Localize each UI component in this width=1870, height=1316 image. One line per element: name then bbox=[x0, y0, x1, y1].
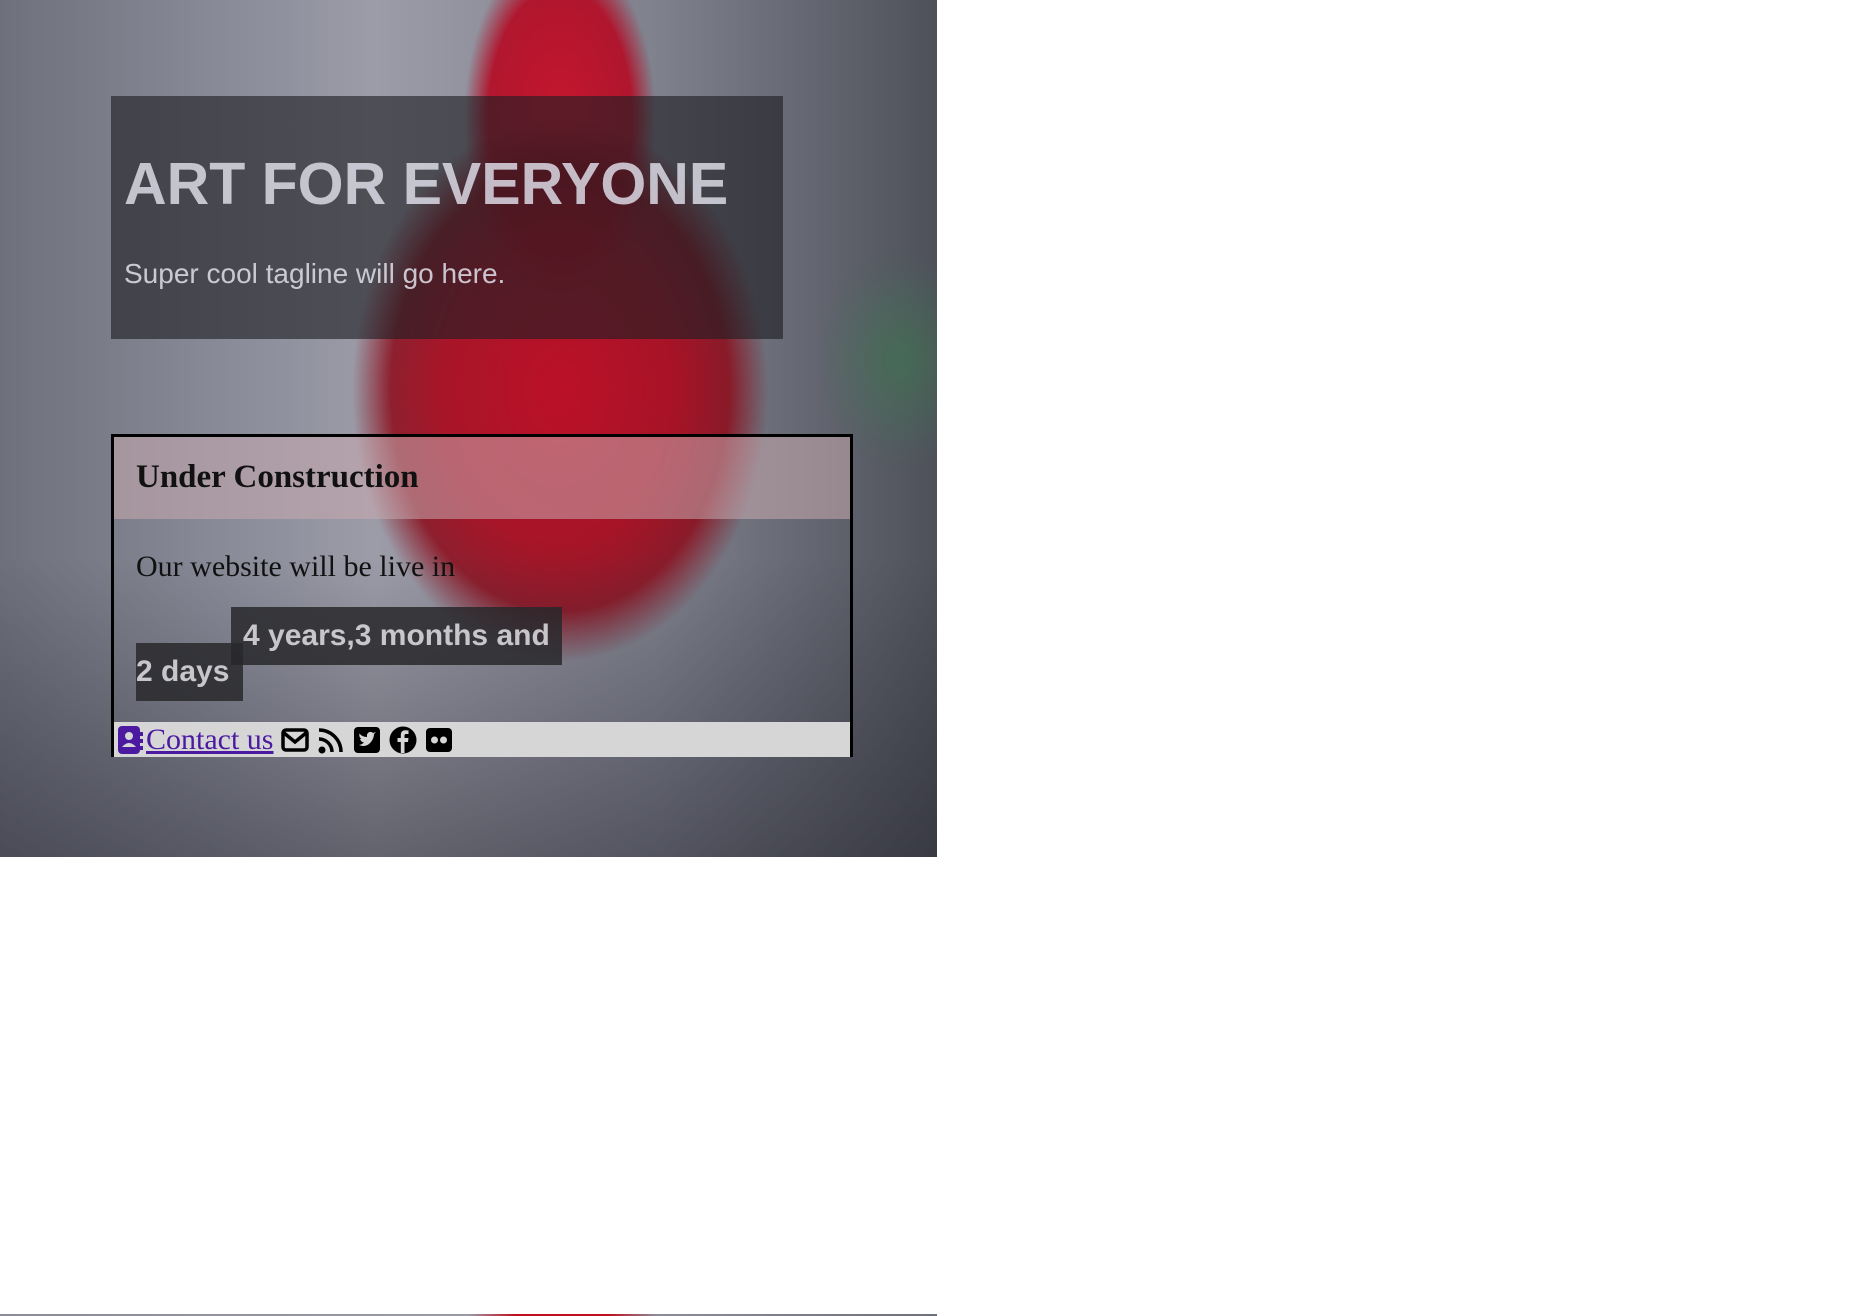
rss-icon[interactable] bbox=[316, 725, 346, 755]
contact-us-label: Contact us bbox=[146, 722, 274, 756]
title-banner: ART FOR EVERYONE Super cool tagline will… bbox=[111, 96, 783, 339]
card-title: Under Construction bbox=[136, 459, 419, 495]
countdown-line-1: 4 years,3 months and bbox=[231, 607, 562, 665]
countdown-line-2: 2 days bbox=[136, 643, 244, 701]
card-footer: Contact us bbox=[114, 722, 850, 757]
contact-us-link[interactable]: Contact us bbox=[116, 723, 274, 757]
tagline: Super cool tagline will go here. bbox=[124, 258, 506, 289]
construction-card: Under Construction Our website will be l… bbox=[111, 434, 853, 757]
social-links bbox=[280, 725, 454, 755]
flickr-icon[interactable] bbox=[424, 725, 454, 755]
twitter-icon[interactable] bbox=[352, 725, 382, 755]
facebook-icon[interactable] bbox=[388, 725, 418, 755]
card-header: Under Construction bbox=[114, 437, 850, 519]
contact-card-icon bbox=[118, 725, 143, 754]
envelope-icon[interactable] bbox=[280, 725, 310, 755]
site-title: ART FOR EVERYONE bbox=[124, 151, 729, 217]
card-text: Our website will be live in bbox=[136, 550, 456, 583]
